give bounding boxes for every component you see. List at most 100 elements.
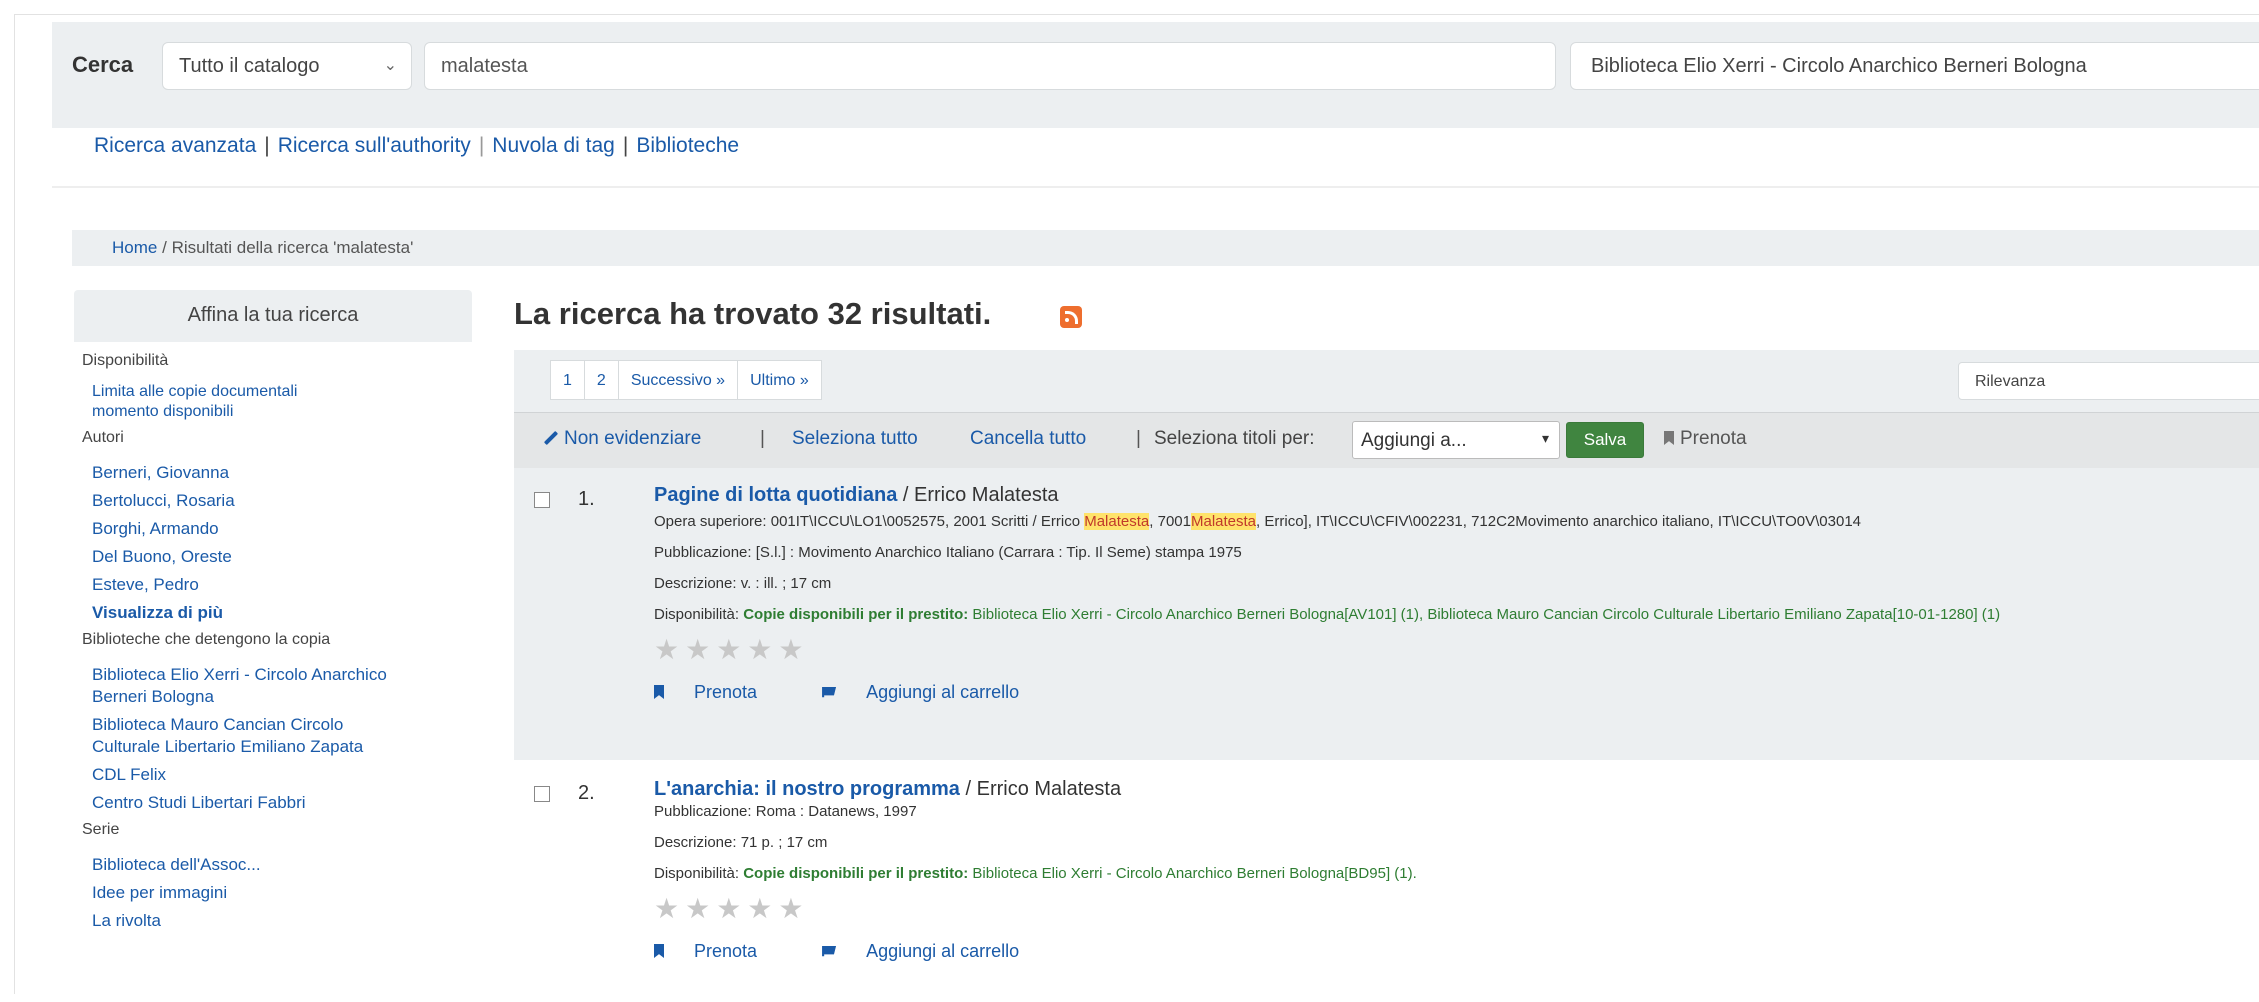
result-title-link[interactable]: L'anarchia: il nostro programma <box>654 778 960 800</box>
result-actions: Prenota Aggiungi al carrello <box>654 941 2259 962</box>
last-page-link[interactable]: Ultimo » <box>737 360 822 400</box>
breadcrumb-home[interactable]: Home <box>112 238 157 257</box>
facet-item-author[interactable]: Esteve, Pedro <box>74 571 472 599</box>
facet-item-library[interactable]: Centro Studi Libertari Fabbri <box>74 789 472 817</box>
result-number: 2. <box>578 782 595 804</box>
library-select[interactable]: Biblioteca Elio Xerri - Circolo Anarchic… <box>1570 42 2259 90</box>
search-highlight: Malatesta <box>1084 513 1150 530</box>
facet-title: Serie <box>82 821 120 838</box>
facet-item-library[interactable]: Biblioteca Elio Xerri - Circolo Anarchic… <box>74 661 472 711</box>
result-description: Descrizione: v. : ill. ; 17 cm <box>654 575 2259 592</box>
show-more-authors-link[interactable]: Visualizza di più <box>74 599 472 627</box>
facet-title: Disponibilità <box>82 352 169 369</box>
facet-holding-libraries: Biblioteche che detengono la copia Bibli… <box>74 627 472 817</box>
result-record: Pagine di lotta quotidiana / Errico Mala… <box>654 484 2259 703</box>
availability-heading: Copie disponibili per il prestito: <box>743 606 973 623</box>
pagination: 1 2 Successivo » Ultimo » <box>550 360 822 400</box>
facets-sidebar: Affina la tua ricerca Disponibilità Limi… <box>74 290 472 990</box>
breadcrumb: Home / Risultati della ricerca 'malatest… <box>72 230 2259 266</box>
facet-item-library[interactable]: CDL Felix <box>74 761 472 789</box>
facet-item-author[interactable]: Del Buono, Oreste <box>74 543 472 571</box>
star-rating[interactable]: ★★★★★ <box>654 633 2259 666</box>
series-text: , 7001 <box>1149 513 1191 530</box>
divider <box>52 186 2259 188</box>
search-scope-value: Tutto il catalogo <box>179 55 320 77</box>
series-label: Opera superiore: <box>654 513 771 530</box>
search-input[interactable]: malatesta <box>424 42 1556 90</box>
availability-label: Disponibilità: <box>654 865 744 882</box>
page-1-link[interactable]: 1 <box>550 360 585 400</box>
publication-value: Roma : Datanews, 1997 <box>755 803 917 820</box>
bookmark-icon <box>654 685 664 699</box>
clear-all-link[interactable]: Cancella tutto <box>970 428 1086 450</box>
facet-item-author[interactable]: Borghi, Armando <box>74 515 472 543</box>
facet-availability: Disponibilità Limita alle copie document… <box>74 348 472 425</box>
star-rating[interactable]: ★★★★★ <box>654 892 2259 925</box>
facet-item-library[interactable]: Biblioteca Mauro Cancian Circolo Cultura… <box>74 711 472 761</box>
pager-bar: 1 2 Successivo » Ultimo » Rilevanza <box>514 350 2259 412</box>
results-toolbar: Non evidenziare | Seleziona tutto Cancel… <box>514 412 2259 468</box>
sort-select[interactable]: Rilevanza <box>1958 362 2259 400</box>
no-highlight-label: Non evidenziare <box>564 428 702 449</box>
facet-item-label: Limita alle copie documentali <box>92 383 298 400</box>
publication-label: Pubblicazione: <box>654 544 756 561</box>
separator: | <box>760 428 765 449</box>
series-text: , Errico], IT\ICCU\CFIV\002231, 712C2Mov… <box>1256 513 1862 530</box>
save-button[interactable]: Salva <box>1566 422 1644 458</box>
libraries-link[interactable]: Biblioteche <box>636 134 739 157</box>
facet-item-author[interactable]: Bertolucci, Rosaria <box>74 487 472 515</box>
result-title-link[interactable]: Pagine di lotta quotidiana <box>654 484 897 506</box>
tag-cloud-link[interactable]: Nuvola di tag <box>492 134 615 157</box>
facet-item-label: Biblioteca Elio Xerri - Circolo Anarchic… <box>92 665 387 684</box>
result-author: / Errico Malatesta <box>897 484 1059 506</box>
facet-item-label: momento disponibili <box>92 403 234 420</box>
description-label: Descrizione: <box>654 575 741 592</box>
authority-search-link[interactable]: Ricerca sull'authority <box>278 134 471 157</box>
facet-item-available[interactable]: Limita alle copie documentali momento di… <box>74 374 472 425</box>
availability-value: Biblioteca Elio Xerri - Circolo Anarchic… <box>972 865 1417 882</box>
result-checkbox[interactable] <box>534 786 550 802</box>
result-availability: Disponibilità: Copie disponibili per il … <box>654 865 2259 882</box>
description-label: Descrizione: <box>654 834 741 851</box>
facet-item-label: Biblioteca Mauro Cancian Circolo <box>92 715 344 734</box>
facet-item-author[interactable]: Berneri, Giovanna <box>74 459 472 487</box>
facet-series: Serie Biblioteca dell'Assoc... Idee per … <box>74 817 472 935</box>
add-to-select[interactable]: Aggiungi a... ▾ <box>1352 421 1560 459</box>
separator: | <box>622 134 629 157</box>
add-to-cart-link[interactable]: Aggiungi al carrello <box>822 682 1049 702</box>
facet-item-series[interactable]: Biblioteca dell'Assoc... <box>74 851 472 879</box>
hold-selected-button[interactable]: Prenota <box>1664 428 1747 450</box>
availability-label: Disponibilità: <box>654 606 744 623</box>
availability-value: Biblioteca Elio Xerri - Circolo Anarchic… <box>972 606 2001 623</box>
pencil-icon <box>544 431 558 445</box>
search-highlight: Malatesta <box>1190 513 1257 530</box>
more-searches-links: Ricerca avanzata | Ricerca sull'authority |… <box>94 134 739 158</box>
bookmark-icon <box>1664 431 1674 445</box>
facet-item-series[interactable]: La rivolta <box>74 907 472 935</box>
page-2-link[interactable]: 2 <box>583 360 619 400</box>
facet-item-series[interactable]: Idee per immagini <box>74 879 472 907</box>
select-titles-label: Seleziona titoli per: <box>1154 428 1315 449</box>
breadcrumb-separator: / <box>162 238 167 257</box>
select-all-link[interactable]: Seleziona tutto <box>792 428 918 450</box>
facet-title: Autori <box>82 429 124 446</box>
cart-icon <box>822 946 837 957</box>
result-publication: Pubblicazione: [S.l.] : Movimento Anarch… <box>654 544 2259 561</box>
hold-link[interactable]: Prenota <box>654 941 787 961</box>
result-item: 2. L'anarchia: il nostro programma / Err… <box>514 762 2259 1002</box>
facet-item-label: Culturale Libertario Emiliano Zapata <box>92 737 364 756</box>
search-scope-select[interactable]: Tutto il catalogo ⌄ <box>162 42 412 90</box>
separator: | <box>1136 428 1141 449</box>
add-to-value: Aggiungi a... <box>1361 430 1467 451</box>
availability-heading: Copie disponibili per il prestito: <box>743 865 973 882</box>
no-highlight-link[interactable]: Non evidenziare <box>544 428 701 450</box>
advanced-search-link[interactable]: Ricerca avanzata <box>94 134 256 157</box>
next-page-link[interactable]: Successivo » <box>617 360 739 400</box>
rss-icon[interactable] <box>1060 306 1082 328</box>
result-checkbox[interactable] <box>534 492 550 508</box>
result-author: / Errico Malatesta <box>959 778 1122 800</box>
facets-heading: Affina la tua ricerca <box>74 290 472 342</box>
facet-item-label: Berneri Bologna <box>92 687 214 706</box>
add-to-cart-link[interactable]: Aggiungi al carrello <box>822 941 1049 961</box>
hold-link[interactable]: Prenota <box>654 682 787 702</box>
